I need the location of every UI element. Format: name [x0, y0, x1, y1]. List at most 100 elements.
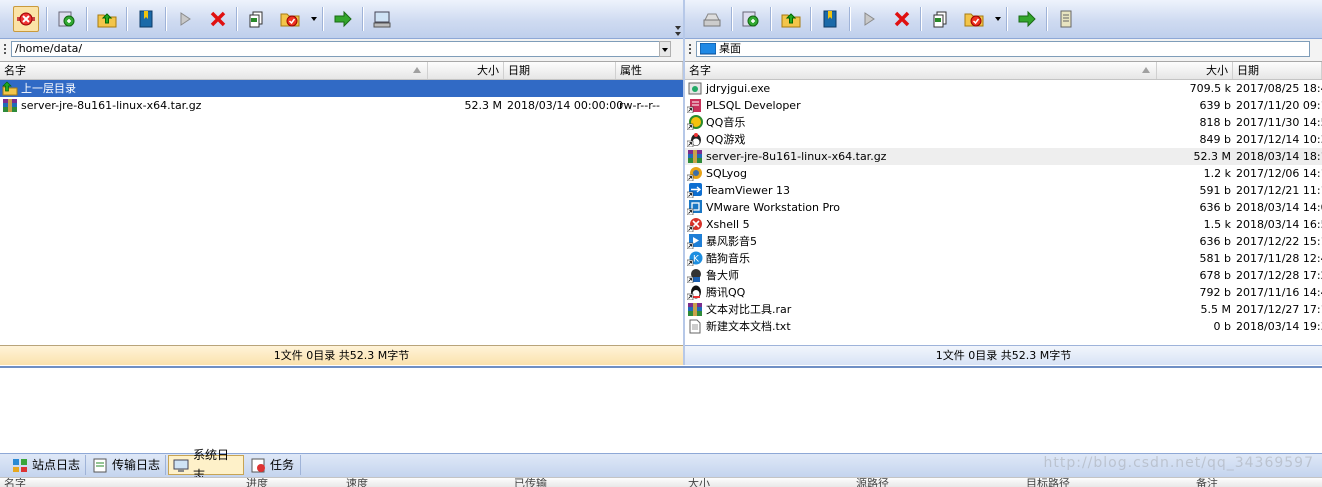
file-name: 鲁大师	[706, 269, 739, 282]
left-toolbar	[0, 0, 683, 39]
disconnect-icon	[17, 12, 35, 26]
file-size: 52.3 M	[464, 99, 502, 112]
file-size: 591 b	[1199, 184, 1231, 197]
file-row[interactable]: server-jre-8u161-linux-x64.tar.gz 52.3 M 2…	[685, 148, 1322, 165]
file-row[interactable]: 新建文本文档.txt 0 b 2018/03/14 19:38	[685, 318, 1322, 335]
resume-transfer-button[interactable]	[172, 6, 198, 32]
file-size: 1.5 k	[1203, 218, 1231, 231]
copy-button[interactable]	[244, 6, 270, 32]
left-path-dropdown[interactable]	[659, 41, 671, 57]
bookmark-button[interactable]	[133, 6, 159, 32]
column-name[interactable]: 名字	[685, 62, 1157, 79]
computer-icon	[373, 11, 391, 28]
file-row[interactable]: jdryjgui.exe 709.5 k 2017/08/25 18:48	[685, 80, 1322, 97]
file-row[interactable]: VMware Workstation Pro 636 b 2018/03/14 14…	[685, 199, 1322, 216]
log-tab[interactable]: 系统日志	[168, 448, 244, 482]
task-icon	[250, 458, 266, 473]
text-file-icon	[687, 319, 703, 334]
column-date[interactable]: 日期	[504, 62, 616, 79]
right-queue-button[interactable]	[961, 6, 987, 32]
right-column-header: 名字 大小 日期	[685, 62, 1322, 80]
right-log-button[interactable]	[1053, 6, 1079, 32]
column-date[interactable]: 日期	[1233, 62, 1322, 79]
file-date: 2017/11/16 14:48	[1236, 286, 1322, 299]
file-row[interactable]: server-jre-8u161-linux-x64.tar.gz 52.3 M 2…	[0, 97, 683, 114]
xshell-shortcut-icon	[686, 217, 703, 233]
file-name: QQ音乐	[706, 116, 746, 129]
file-row[interactable]: SQLyog 1.2 k 2017/12/06 14:16	[685, 165, 1322, 182]
file-date: 2017/12/28 17:20	[1236, 269, 1322, 282]
qqmusic-shortcut-icon	[686, 115, 703, 131]
vmware-shortcut-icon	[686, 200, 703, 216]
file-attr: rw-r--r--	[619, 99, 661, 112]
right-path-input[interactable]: 桌面	[696, 41, 1310, 57]
file-date: 2017/12/14 10:31	[1236, 133, 1322, 146]
file-name: server-jre-8u161-linux-x64.tar.gz	[706, 150, 887, 163]
file-size: 636 b	[1199, 201, 1231, 214]
file-row[interactable]: 腾讯QQ 792 b 2017/11/16 14:48	[685, 284, 1322, 301]
right-resume-button[interactable]	[856, 6, 882, 32]
column-size[interactable]: 大小	[428, 62, 504, 79]
file-row[interactable]: PLSQL Developer 639 b 2017/11/20 09:17	[685, 97, 1322, 114]
folder-up-icon	[781, 13, 801, 28]
column-attr[interactable]: 属性	[616, 62, 683, 79]
file-size: 818 b	[1199, 116, 1231, 129]
winrar-archive-icon	[687, 302, 703, 317]
right-queue-dropdown-arrow[interactable]	[995, 17, 1001, 21]
file-row[interactable]: TeamViewer 13 591 b 2017/12/21 11:13	[685, 182, 1322, 199]
play-icon	[180, 12, 191, 26]
file-row[interactable]: 鲁大师 678 b 2017/12/28 17:20	[685, 267, 1322, 284]
file-row[interactable]: QQ音乐 818 b 2017/11/30 14:57	[685, 114, 1322, 131]
system-log-icon	[173, 458, 189, 473]
file-name: PLSQL Developer	[706, 99, 801, 112]
local-computer-button[interactable]	[369, 6, 395, 32]
file-name: TeamViewer 13	[706, 184, 790, 197]
file-date: 2017/12/21 11:13	[1236, 184, 1322, 197]
left-column-header: 名字 大小 日期 属性	[0, 62, 683, 80]
log-tab[interactable]: 站点日志	[8, 455, 86, 475]
file-size: 639 b	[1199, 99, 1231, 112]
file-row[interactable]: 文本对比工具.rar 5.5 M 2017/12/27 17:16	[685, 301, 1322, 318]
file-row[interactable]: Xshell 5 1.5 k 2018/03/14 16:58	[685, 216, 1322, 233]
queue-button[interactable]	[277, 6, 303, 32]
log-tab[interactable]: 传输日志	[88, 455, 166, 475]
drive-button[interactable]	[699, 6, 725, 32]
stop-x-icon	[210, 11, 226, 27]
left-status-bar: 1文件 0目录 共52.3 M字节	[0, 345, 683, 365]
right-refresh-button[interactable]	[738, 6, 764, 32]
right-copy-button[interactable]	[928, 6, 954, 32]
transfer-button[interactable]	[330, 6, 356, 32]
column-size[interactable]: 大小	[1157, 62, 1233, 79]
disconnect-button[interactable]	[13, 6, 39, 32]
right-up-directory-button[interactable]	[778, 6, 804, 32]
file-date: 2018/03/14 16:58	[1236, 218, 1322, 231]
column-name[interactable]: 名字	[0, 62, 428, 79]
left-path-input[interactable]: /home/data/	[11, 41, 661, 57]
parent-directory-row[interactable]: 上一层目录	[0, 80, 683, 97]
right-path-bar: 桌面	[685, 39, 1322, 62]
right-transfer-button[interactable]	[1014, 6, 1040, 32]
sort-asc-icon	[413, 67, 421, 73]
kugou-shortcut-icon: K	[686, 251, 703, 267]
up-directory-button[interactable]	[94, 6, 120, 32]
winrar-archive-icon	[2, 98, 18, 113]
file-size: 0 b	[1213, 320, 1231, 333]
file-date: 2017/12/22 15:13	[1236, 235, 1322, 248]
sort-asc-icon	[1142, 67, 1150, 73]
file-size: 678 b	[1199, 269, 1231, 282]
file-date: 2018/03/14 19:38	[1236, 320, 1322, 333]
file-row[interactable]: QQ游戏 849 b 2017/12/14 10:31	[685, 131, 1322, 148]
refresh-button[interactable]	[54, 6, 80, 32]
right-stop-button[interactable]	[889, 6, 915, 32]
stop-transfer-button[interactable]	[205, 6, 231, 32]
file-name: 腾讯QQ	[706, 286, 746, 299]
right-bookmark-button[interactable]	[817, 6, 843, 32]
left-pane-side-arrows[interactable]	[673, 24, 683, 64]
log-output-area[interactable]	[0, 366, 1322, 455]
file-row[interactable]: K酷狗音乐 581 b 2017/11/28 12:46	[685, 250, 1322, 267]
copy-pages-icon	[933, 11, 947, 28]
queue-dropdown-arrow[interactable]	[311, 17, 317, 21]
file-row[interactable]: 暴风影音5 636 b 2017/12/22 15:13	[685, 233, 1322, 250]
right-toolbar	[685, 0, 1322, 39]
log-tab[interactable]: 任务	[246, 455, 301, 475]
